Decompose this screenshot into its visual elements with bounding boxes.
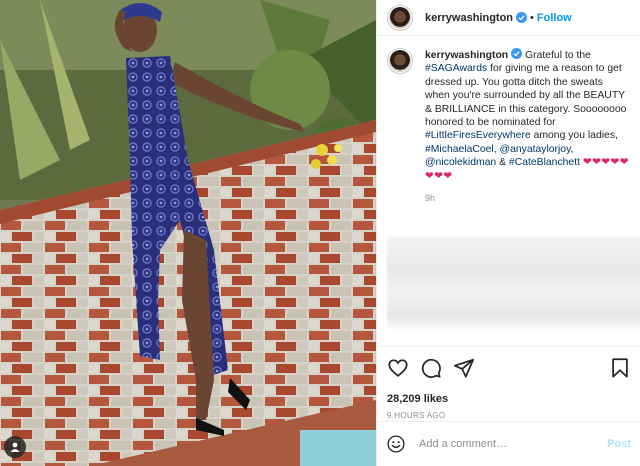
follow-button[interactable]: Follow <box>537 12 572 24</box>
comment-bar: Post <box>377 421 640 466</box>
caption-avatar[interactable] <box>387 48 413 74</box>
heart-icon[interactable] <box>387 357 409 379</box>
hashtag-link[interactable]: #LittleFiresEverywhere <box>425 130 531 141</box>
post-button[interactable]: Post <box>607 438 631 450</box>
caption-time[interactable]: 9h <box>425 192 630 205</box>
blurred-comments <box>387 237 640 329</box>
caption-text-3: among you ladies, <box>530 130 618 142</box>
post-photo[interactable] <box>0 0 376 466</box>
header-separator: • <box>530 11 534 24</box>
action-icons <box>387 357 631 379</box>
header-username[interactable]: kerrywashington <box>425 12 513 24</box>
verified-badge-icon <box>511 48 523 59</box>
paper-plane-icon[interactable] <box>453 357 475 379</box>
photo-illustration <box>0 0 376 466</box>
caption-text-6: & <box>496 157 509 169</box>
user-tag-icon[interactable] <box>4 436 26 458</box>
bookmark-icon[interactable] <box>609 357 631 379</box>
post-header: kerrywashington • Follow <box>377 0 640 36</box>
posted-time[interactable]: 9 HOURS AGO <box>387 411 631 420</box>
caption-text-1: Grateful to the <box>522 50 591 61</box>
hashtag-link[interactable]: #MichaelaCoel <box>425 144 494 155</box>
comment-input[interactable] <box>419 438 589 450</box>
caption-text: kerrywashington Grateful to the #SAGAwar… <box>425 48 630 205</box>
comment-bubble-icon[interactable] <box>420 357 442 379</box>
hashtag-link[interactable]: #SAGAwards <box>425 63 487 74</box>
caption: kerrywashington Grateful to the #SAGAwar… <box>377 36 640 205</box>
like-count[interactable]: 28,209 likes <box>387 393 631 405</box>
action-bar: 28,209 likes 9 HOURS AGO <box>377 346 640 420</box>
caption-text-5: , <box>570 143 574 155</box>
mention-link[interactable]: @nicolekidman <box>425 157 496 168</box>
verified-badge-icon <box>516 12 528 23</box>
mention-link[interactable]: @anyataylorjoy <box>500 144 571 155</box>
avatar[interactable] <box>387 4 413 31</box>
post-side-panel: kerrywashington • Follow kerrywashington… <box>376 0 640 466</box>
caption-username[interactable]: kerrywashington <box>425 50 508 61</box>
hashtag-link[interactable]: #CateBlanchett <box>509 157 580 168</box>
smiley-icon[interactable] <box>387 435 405 453</box>
